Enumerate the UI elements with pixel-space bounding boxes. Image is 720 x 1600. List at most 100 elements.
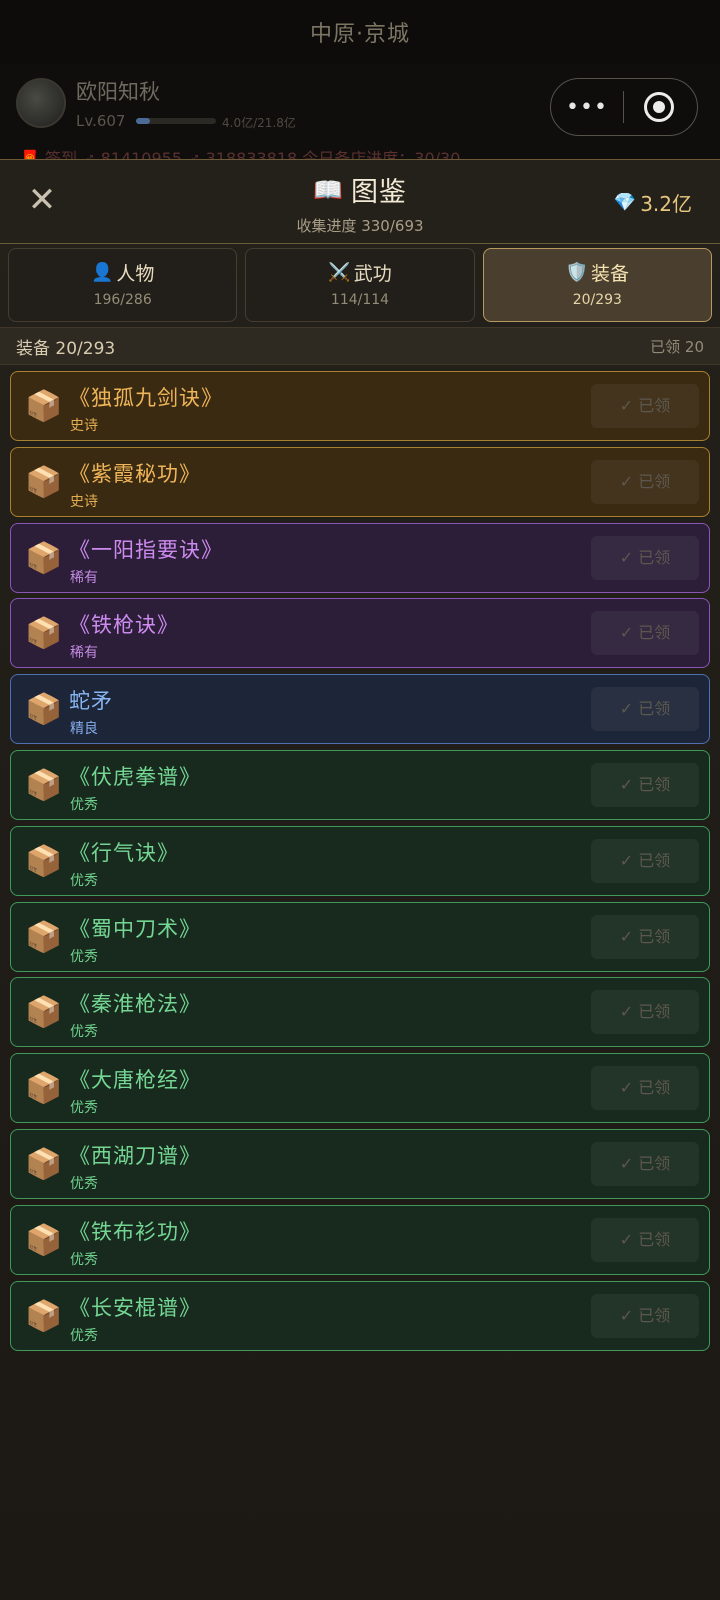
box-icon: 📦 [25, 767, 63, 803]
item-name: 《独孤九剑诀》 [69, 386, 223, 410]
claimed-button[interactable]: ✓ 已领 [591, 1141, 699, 1186]
tab-characters[interactable]: 👤 人物 196/286 [8, 248, 238, 322]
gem-icon: 💎 [613, 192, 637, 213]
status-strip: 🧧 签到 ➶ 81410955 ➶ 318833818 今日备店进度：30/30 [20, 149, 461, 159]
box-icon: 📦 [25, 1071, 63, 1107]
item-name: 《伏虎拳谱》 [69, 764, 201, 789]
claimed-button[interactable]: ✓ 已领 [591, 535, 699, 580]
claimed-button[interactable]: ✓ 已领 [591, 762, 699, 807]
list-item[interactable]: 📦 蛇矛 精良 ✓ 已领 [10, 674, 710, 745]
box-icon: 📦 [25, 1298, 63, 1334]
shield-icon: 🛡️ [565, 262, 589, 283]
item-quality: 精良 [70, 721, 98, 738]
item-name: 《蜀中刀术》 [69, 916, 201, 941]
item-quality: 优秀 [70, 1024, 98, 1041]
tab-label: 武功 [353, 263, 392, 285]
list-item[interactable]: 📦 《西湖刀谱》 优秀 ✓ 已领 [10, 1128, 710, 1199]
list-item[interactable]: 📦 《行气诀》 优秀 ✓ 已领 [10, 825, 710, 896]
book-icon: 📖 [313, 175, 343, 204]
list-item[interactable]: 📦 《蜀中刀术》 优秀 ✓ 已领 [10, 901, 710, 972]
xp-progress-fill [136, 118, 151, 124]
box-icon: 📦 [25, 995, 63, 1031]
claimed-button[interactable]: ✓ 已领 [591, 914, 699, 959]
crossed-swords-icon: ⚔️ [328, 262, 351, 283]
close-miniprogram-button[interactable] [644, 92, 674, 122]
target-icon [653, 101, 665, 113]
list-item[interactable]: 📦 《紫霞秘功》 史诗 ✓ 已领 [10, 446, 710, 517]
item-name: 《紫霞秘功》 [69, 461, 201, 486]
list-item[interactable]: 📦 《长安棍谱》 优秀 ✓ 已领 [10, 1280, 710, 1351]
tab-label: 装备 [591, 263, 630, 285]
claimed-button[interactable]: ✓ 已领 [591, 1293, 699, 1338]
section-header: 装备 20/293 已领 20 [0, 327, 720, 365]
item-name: 《行气诀》 [69, 840, 179, 865]
item-quality: 优秀 [70, 1327, 98, 1344]
claimed-button[interactable]: ✓ 已领 [591, 1066, 699, 1111]
item-quality: 优秀 [70, 1251, 98, 1268]
box-icon: 📦 [25, 1222, 63, 1258]
category-tabs: 👤 人物 196/286 ⚔️ 武功 114/114 🛡️ 装备 20/293 [8, 248, 712, 322]
item-quality: 史诗 [70, 493, 98, 510]
list-item[interactable]: 📦 《铁布衫功》 优秀 ✓ 已领 [10, 1204, 710, 1275]
avatar[interactable] [16, 78, 66, 128]
item-name: 《大唐枪经》 [69, 1068, 201, 1093]
item-quality: 优秀 [70, 796, 98, 813]
item-name: 《铁布衫功》 [69, 1219, 201, 1244]
item-quality: 优秀 [70, 1100, 98, 1117]
claimed-button[interactable]: ✓ 已领 [591, 990, 699, 1035]
tab-martial-arts[interactable]: ⚔️ 武功 114/114 [245, 248, 475, 322]
list-item[interactable]: 📦 《独孤九剑诀》 史诗 ✓ 已领 [10, 371, 710, 441]
modal-header: ✕ 📖 图鉴 收集进度 330/693 💎 3.2亿 [0, 160, 720, 244]
tab-equipment[interactable]: 🛡️ 装备 20/293 [482, 248, 712, 322]
item-name: 《长安棍谱》 [69, 1295, 201, 1320]
title-wrap: 📖 图鉴 收集进度 330/693 [0, 170, 720, 236]
xp-text: 4.0亿/21.8亿 [222, 116, 296, 130]
tab-count: 196/286 [93, 292, 152, 308]
xp-progress-bar [136, 118, 216, 124]
claimed-button[interactable]: ✓ 已领 [591, 1217, 699, 1262]
collection-modal: ✕ 📖 图鉴 收集进度 330/693 💎 3.2亿 👤 人物 196/286 ⚔… [0, 159, 720, 1600]
list-item[interactable]: 📦 《大唐枪经》 优秀 ✓ 已领 [10, 1053, 710, 1124]
item-name: 《铁枪诀》 [69, 613, 179, 638]
item-quality: 优秀 [70, 872, 98, 889]
item-name: 《秦淮枪法》 [69, 992, 201, 1017]
equipment-list: 📦 《独孤九剑诀》 史诗 ✓ 已领 📦 《紫霞秘功》 史诗 ✓ 已领 📦 《一阳… [10, 371, 710, 1356]
tab-label: 人物 [116, 263, 155, 285]
capsule-divider [623, 91, 624, 123]
location-header: 中原·京城 [0, 0, 720, 64]
section-title: 装备 20/293 [16, 338, 116, 359]
currency-value: 3.2亿 [640, 192, 692, 216]
box-icon: 📦 [25, 540, 63, 576]
currency-display: 💎 3.2亿 [614, 188, 692, 217]
player-level: Lv.607 [76, 112, 126, 130]
item-name: 《西湖刀谱》 [69, 1143, 201, 1168]
claimed-button[interactable]: ✓ 已领 [591, 459, 699, 504]
item-quality: 优秀 [70, 1175, 98, 1192]
claimed-button[interactable]: ✓ 已领 [591, 838, 699, 883]
box-icon: 📦 [25, 919, 63, 955]
box-icon: 📦 [25, 464, 63, 500]
box-icon: 📦 [25, 1146, 63, 1182]
tab-count: 20/293 [572, 292, 622, 308]
more-menu-button[interactable]: ••• [551, 95, 623, 120]
claimed-button[interactable]: ✓ 已领 [591, 384, 699, 428]
item-quality: 史诗 [70, 418, 98, 434]
list-item[interactable]: 📦 《伏虎拳谱》 优秀 ✓ 已领 [10, 749, 710, 820]
list-item[interactable]: 📦 《一阳指要诀》 稀有 ✓ 已领 [10, 522, 710, 593]
claimed-button[interactable]: ✓ 已领 [591, 611, 699, 656]
box-icon: 📦 [25, 692, 63, 728]
list-item[interactable]: 📦 《铁枪诀》 稀有 ✓ 已领 [10, 598, 710, 669]
claimed-button[interactable]: ✓ 已领 [591, 687, 699, 732]
page-title: 图鉴 [350, 177, 407, 208]
item-name: 《一阳指要诀》 [69, 537, 223, 562]
item-quality: 稀有 [70, 645, 98, 662]
box-icon: 📦 [25, 389, 63, 424]
list-item[interactable]: 📦 《秦淮枪法》 优秀 ✓ 已领 [10, 977, 710, 1048]
player-name: 欧阳知秋 [76, 80, 160, 104]
miniprogram-capsule: ••• [550, 78, 698, 136]
collection-progress: 收集进度 330/693 [296, 217, 424, 235]
box-icon: 📦 [25, 616, 63, 652]
box-icon: 📦 [25, 843, 63, 879]
claimed-count: 已领 20 [650, 337, 704, 356]
item-quality: 稀有 [70, 569, 98, 586]
